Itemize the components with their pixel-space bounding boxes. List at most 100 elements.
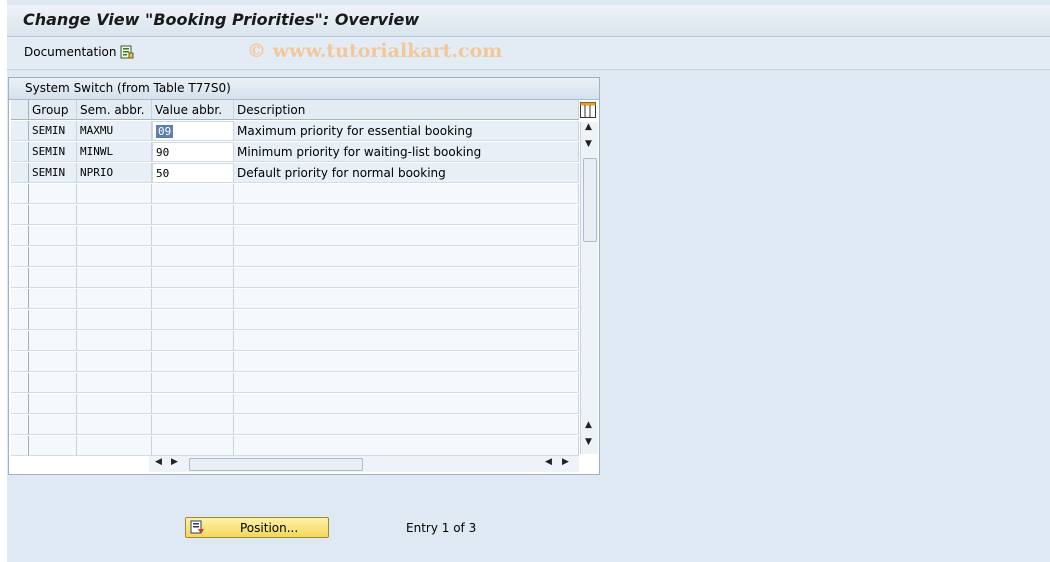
- row-selector[interactable]: [11, 352, 29, 372]
- empty-cell: [77, 331, 152, 351]
- empty-cell: [234, 331, 579, 351]
- empty-cell: [77, 205, 152, 225]
- empty-table-row[interactable]: [11, 415, 579, 436]
- row-selector[interactable]: [11, 163, 29, 183]
- row-selector[interactable]: [11, 310, 29, 330]
- empty-cell: [29, 415, 77, 435]
- empty-cell: [152, 184, 234, 204]
- empty-table-row[interactable]: [11, 226, 579, 247]
- empty-cell: [29, 247, 77, 267]
- horizontal-scrollbar[interactable]: ◀ ▶ ◀ ▶: [149, 456, 579, 472]
- empty-cell: [234, 226, 579, 246]
- empty-cell: [234, 289, 579, 309]
- value-input[interactable]: 09: [152, 121, 234, 141]
- page-down-icon[interactable]: ▼: [585, 437, 592, 447]
- value-input-text[interactable]: 09: [156, 125, 174, 138]
- page-up-icon[interactable]: ▲: [585, 420, 592, 430]
- vertical-scrollbar[interactable]: ▲ ▼ ▲ ▼: [580, 122, 598, 454]
- table-row[interactable]: SEMIN MINWL 90 Minimum priority for wait…: [11, 142, 579, 163]
- row-selector[interactable]: [11, 142, 29, 162]
- vertical-scroll-thumb[interactable]: [583, 158, 597, 242]
- table-header: Group Sem. abbr. Value abbr. Description: [11, 100, 597, 121]
- cell-group: SEMIN: [29, 142, 77, 162]
- select-all-cell[interactable]: [11, 100, 29, 120]
- position-button[interactable]: Position...: [185, 517, 329, 538]
- row-selector[interactable]: [11, 436, 29, 456]
- position-icon: [190, 520, 204, 534]
- table-row[interactable]: SEMIN NPRIO 50 Default priority for norm…: [11, 163, 579, 184]
- value-input[interactable]: 50: [152, 163, 234, 183]
- empty-cell: [29, 352, 77, 372]
- column-header-group[interactable]: Group: [29, 100, 77, 120]
- table-settings-icon[interactable]: [580, 102, 596, 118]
- position-button-label: Position...: [240, 521, 299, 535]
- empty-cell: [77, 184, 152, 204]
- table-row[interactable]: SEMIN MAXMU 09 Maximum priority for esse…: [11, 121, 579, 142]
- empty-table-row[interactable]: [11, 268, 579, 289]
- empty-table-row[interactable]: [11, 205, 579, 226]
- value-input[interactable]: 90: [152, 142, 234, 162]
- documentation-icon[interactable]: [120, 45, 134, 59]
- empty-table-row[interactable]: [11, 289, 579, 310]
- cell-group: SEMIN: [29, 163, 77, 183]
- page-right-icon[interactable]: ▶: [562, 457, 569, 467]
- empty-cell: [152, 247, 234, 267]
- empty-cell: [29, 436, 77, 456]
- scroll-down-icon[interactable]: ▼: [585, 139, 592, 149]
- empty-cell: [152, 289, 234, 309]
- empty-table-row[interactable]: [11, 436, 579, 457]
- empty-cell: [234, 205, 579, 225]
- empty-table-row[interactable]: [11, 247, 579, 268]
- row-selector[interactable]: [11, 289, 29, 309]
- row-selector[interactable]: [11, 331, 29, 351]
- row-selector[interactable]: [11, 184, 29, 204]
- column-header-description[interactable]: Description: [234, 100, 579, 120]
- empty-cell: [77, 394, 152, 414]
- horizontal-scroll-thumb[interactable]: [189, 458, 363, 471]
- empty-cell: [29, 310, 77, 330]
- empty-table-row[interactable]: [11, 331, 579, 352]
- row-selector[interactable]: [11, 373, 29, 393]
- empty-table-row[interactable]: [11, 394, 579, 415]
- empty-cell: [77, 247, 152, 267]
- column-header-sem-abbr[interactable]: Sem. abbr.: [77, 100, 152, 120]
- empty-cell: [77, 352, 152, 372]
- row-selector[interactable]: [11, 226, 29, 246]
- empty-table-row[interactable]: [11, 352, 579, 373]
- cell-description: Default priority for normal booking: [234, 163, 579, 183]
- scroll-right-icon[interactable]: ▶: [171, 457, 178, 467]
- empty-cell: [77, 436, 152, 456]
- cell-group: SEMIN: [29, 121, 77, 141]
- empty-cell: [77, 373, 152, 393]
- scroll-left-icon[interactable]: ◀: [155, 457, 162, 467]
- empty-cell: [77, 415, 152, 435]
- empty-table-row[interactable]: [11, 310, 579, 331]
- empty-cell: [152, 415, 234, 435]
- page-left-icon[interactable]: ◀: [545, 457, 552, 467]
- documentation-button[interactable]: Documentation: [24, 45, 117, 59]
- empty-cell: [152, 226, 234, 246]
- cell-sem-abbr: MINWL: [77, 142, 152, 162]
- row-selector[interactable]: [11, 268, 29, 288]
- empty-cell: [29, 226, 77, 246]
- scroll-up-icon[interactable]: ▲: [585, 122, 592, 132]
- panel-title-bar: System Switch (from Table T77S0): [9, 78, 599, 100]
- empty-table-row[interactable]: [11, 184, 579, 205]
- empty-cell: [234, 247, 579, 267]
- empty-cell: [152, 268, 234, 288]
- empty-cell: [234, 373, 579, 393]
- row-selector[interactable]: [11, 247, 29, 267]
- row-selector[interactable]: [11, 205, 29, 225]
- panel-title: System Switch (from Table T77S0): [25, 81, 231, 95]
- empty-table-row[interactable]: [11, 373, 579, 394]
- row-selector[interactable]: [11, 121, 29, 141]
- row-selector[interactable]: [11, 394, 29, 414]
- application-toolbar: Documentation © www.tutorialkart.com: [7, 37, 1050, 70]
- column-header-value-abbr[interactable]: Value abbr.: [152, 100, 234, 120]
- entry-counter: Entry 1 of 3: [406, 521, 477, 535]
- empty-cell: [29, 268, 77, 288]
- empty-cell: [29, 205, 77, 225]
- row-selector[interactable]: [11, 415, 29, 435]
- empty-cell: [152, 394, 234, 414]
- empty-cell: [152, 373, 234, 393]
